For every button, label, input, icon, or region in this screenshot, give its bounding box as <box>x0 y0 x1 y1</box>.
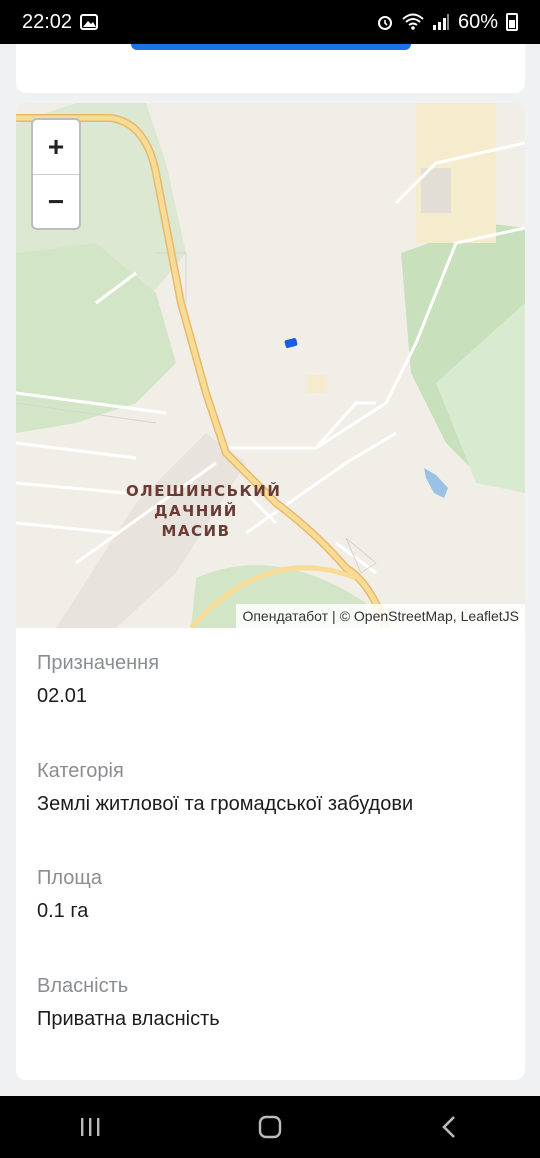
field-area: Площа 0.1 га <box>37 867 507 923</box>
map-view[interactable]: + − ОЛЕШИНСЬКИЙ ДАЧНИЙ МАСИВ Опендатабот… <box>16 103 525 628</box>
image-icon <box>80 14 99 30</box>
field-label: Власність <box>37 975 129 997</box>
signal-icon <box>432 13 450 31</box>
top-card <box>16 44 525 93</box>
back-button[interactable] <box>420 1107 480 1147</box>
wifi-icon <box>402 13 424 31</box>
battery-percent: 60% <box>457 10 498 33</box>
map-attribution: Опендатабот | © OpenStreetMap, LeafletJS <box>236 604 525 628</box>
back-icon <box>442 1116 455 1138</box>
field-value: 0.1 га <box>37 900 89 922</box>
parcel-info-card: + − ОЛЕШИНСЬКИЙ ДАЧНИЙ МАСИВ Опендатабот… <box>16 103 525 1080</box>
map-tiles <box>16 103 525 628</box>
attribution-source-link[interactable]: Опендатабот <box>242 608 328 624</box>
zoom-in-button[interactable]: + <box>33 120 79 175</box>
field-ownership: Власність Приватна власність <box>37 975 507 1031</box>
attribution-separator: | <box>332 608 336 624</box>
alarm-icon <box>376 13 394 31</box>
battery-icon <box>506 13 518 31</box>
status-bar: 22:02 60% <box>0 0 540 44</box>
field-value: Землі житлової та громадської забудови <box>37 793 414 815</box>
recent-apps-icon <box>81 1118 100 1136</box>
field-label: Категорія <box>37 760 124 782</box>
zoom-out-button[interactable]: − <box>33 175 79 228</box>
attribution-osm-link[interactable]: © OpenStreetMap, <box>340 608 457 624</box>
field-value: Приватна власність <box>37 1008 220 1030</box>
zoom-control: + − <box>31 118 81 230</box>
home-button[interactable] <box>240 1107 300 1147</box>
field-category: Категорія Землі житлової та громадської … <box>37 760 507 816</box>
field-label: Призначення <box>37 652 160 674</box>
primary-button[interactable] <box>131 44 411 50</box>
field-purpose: Призначення 02.01 <box>37 652 507 708</box>
system-nav-bar <box>0 1096 540 1158</box>
recent-apps-button[interactable] <box>60 1107 120 1147</box>
attribution-leaflet-link[interactable]: LeafletJS <box>461 608 519 624</box>
clock: 22:02 <box>22 10 73 33</box>
field-label: Площа <box>37 867 102 889</box>
field-value: 02.01 <box>37 685 88 707</box>
map-place-label: ОЛЕШИНСЬКИЙ ДАЧНИЙ МАСИВ <box>126 482 282 540</box>
home-icon <box>258 1115 282 1139</box>
